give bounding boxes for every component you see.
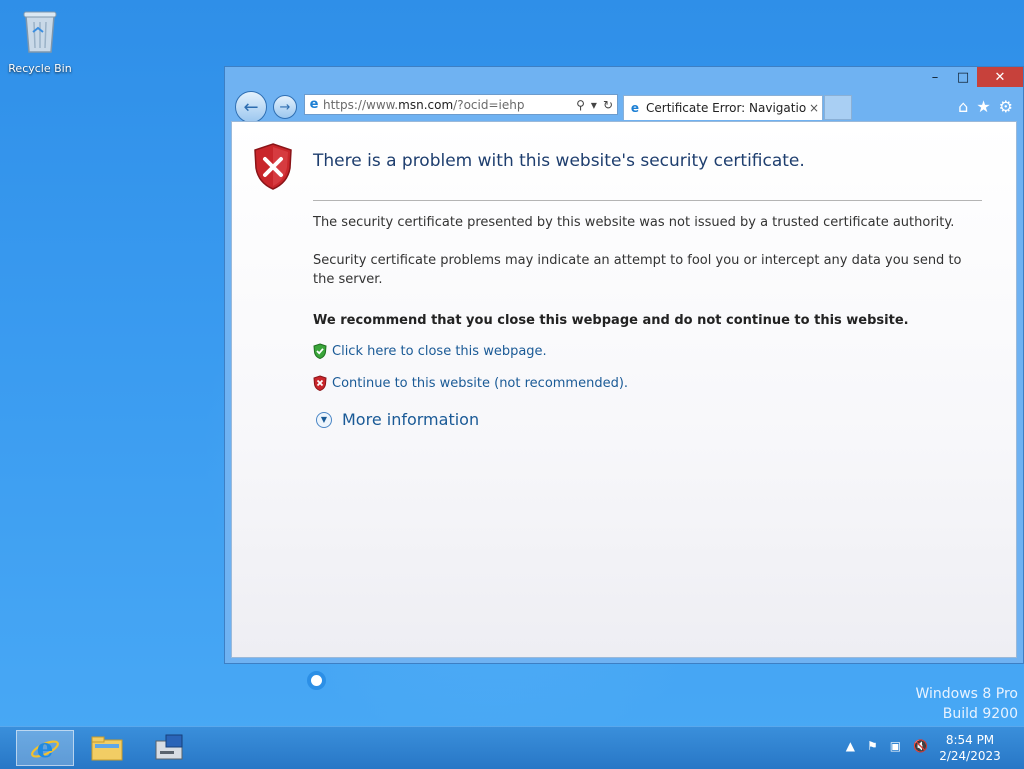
recommendation-text: We recommend that you close this webpage… (313, 313, 909, 328)
forward-arrow-icon: → (279, 99, 291, 115)
clock-date: 2/24/2023 (939, 749, 1001, 763)
close-webpage-link-label: Click here to close this webpage. (332, 343, 547, 359)
settings-gear-icon[interactable]: ⚙ (999, 97, 1013, 116)
folder-icon (91, 736, 123, 761)
address-prefix: https://www. (323, 97, 399, 112)
close-window-button[interactable]: ✕ (977, 67, 1023, 87)
home-icon[interactable]: ⌂ (958, 97, 968, 116)
tab-label: Certificate Error: Navigation... (646, 101, 806, 115)
favorites-star-icon[interactable]: ★ (976, 97, 990, 116)
clock-time: 8:54 PM (945, 733, 995, 747)
new-tab-button[interactable] (824, 95, 852, 120)
taskbar-file-explorer[interactable] (78, 730, 136, 766)
green-shield-icon (313, 343, 327, 359)
watermark-build: Build 9200 (942, 706, 1018, 722)
address-domain: msn.com (398, 97, 454, 112)
system-tray: ▲ ⚑ ▣ 🔇 (846, 739, 928, 753)
network-icon[interactable]: ▣ (890, 739, 901, 753)
minimize-button[interactable]: – (921, 67, 949, 87)
close-webpage-link[interactable]: Click here to close this webpage. (312, 343, 547, 359)
internet-explorer-icon: e (31, 734, 59, 764)
page-content: There is a problem with this website's s… (231, 121, 1017, 690)
navigation-bar: ← → e https://www.msn.com/?ocid=iehp ⚲ ▾… (233, 91, 1017, 123)
show-hidden-icons-icon[interactable]: ▲ (846, 739, 855, 753)
address-url[interactable]: https://www.msn.com/?ocid=iehp (323, 98, 576, 112)
back-button[interactable]: ← (235, 91, 267, 123)
loading-spinner-icon (307, 671, 326, 690)
page-title: There is a problem with this website's s… (313, 151, 805, 171)
browser-toolbar-icons: ⌂ ★ ⚙ (958, 97, 1013, 116)
ie-page-icon: e (309, 97, 319, 112)
taskbar: e ▲ ⚑ ▣ 🔇 8:54 PM 2/24/2023 (0, 726, 1024, 769)
security-warning-text: Security certificate problems may indica… (313, 253, 962, 287)
continue-to-website-link[interactable]: Continue to this website (not recommende… (312, 375, 628, 391)
tab-page-icon: e (630, 101, 640, 115)
forward-button[interactable]: → (273, 95, 297, 119)
divider (313, 200, 982, 201)
os-watermark: Windows 8 Pro Build 9200 (915, 684, 1018, 724)
volume-muted-icon[interactable]: 🔇 (913, 739, 928, 753)
more-information-label: More information (342, 410, 480, 429)
red-shield-icon (313, 375, 327, 391)
shield-error-icon (254, 143, 292, 190)
browser-window: – □ ✕ ← → e https://www.msn.com/?ocid=ie… (224, 66, 1024, 690)
window-controls: – □ ✕ (921, 67, 1023, 89)
tab-certificate-error[interactable]: e Certificate Error: Navigation... × (623, 95, 823, 120)
action-center-flag-icon[interactable]: ⚑ (867, 739, 878, 753)
search-icon[interactable]: ⚲ (576, 98, 585, 112)
server-manager-icon (155, 734, 183, 760)
untrusted-authority-text: The security certificate presented by th… (313, 215, 955, 230)
taskbar-internet-explorer[interactable]: e (16, 730, 74, 766)
refresh-icon[interactable]: ↻ (603, 98, 613, 112)
dropdown-icon[interactable]: ▾ (591, 98, 597, 112)
address-suffix: /?ocid=iehp (453, 97, 525, 112)
continue-link-label: Continue to this website (not recommende… (332, 375, 629, 391)
recycle-bin-label: Recycle Bin (8, 62, 72, 75)
watermark-edition: Windows 8 Pro (915, 686, 1018, 702)
recycle-bin-shortcut[interactable]: Recycle Bin (6, 6, 74, 75)
tab-close-icon[interactable]: × (806, 101, 822, 115)
clock[interactable]: 8:54 PM 2/24/2023 (938, 732, 1002, 764)
recycle-bin-icon (23, 11, 57, 53)
chevron-down-icon: ▼ (316, 411, 332, 428)
address-bar[interactable]: e https://www.msn.com/?ocid=iehp ⚲ ▾ ↻ (304, 94, 618, 115)
maximize-button[interactable]: □ (949, 67, 977, 87)
taskbar-server-manager[interactable] (140, 730, 198, 766)
svg-text:e: e (37, 734, 54, 764)
more-information-toggle[interactable]: ▼ More information (316, 410, 479, 429)
back-arrow-icon: ← (243, 96, 259, 118)
